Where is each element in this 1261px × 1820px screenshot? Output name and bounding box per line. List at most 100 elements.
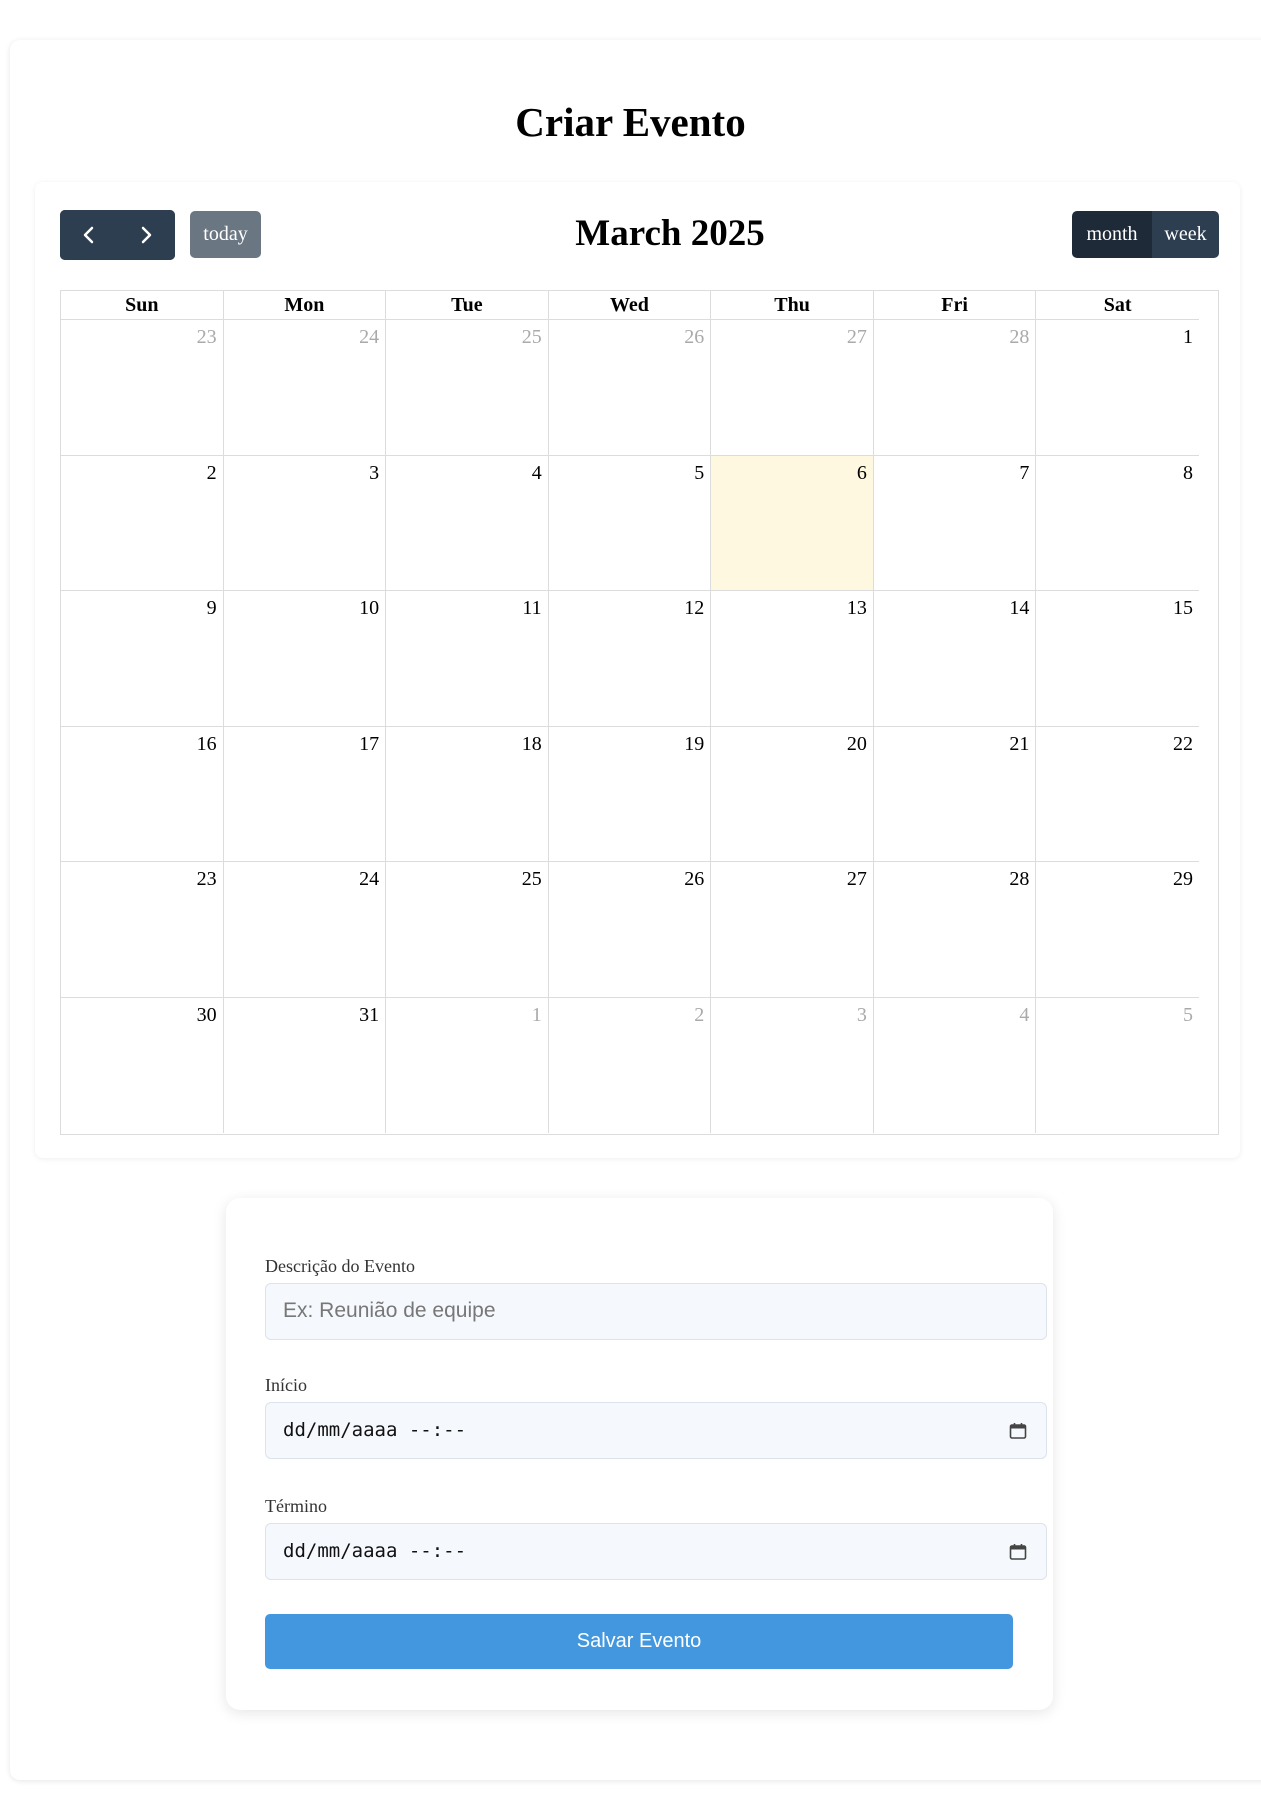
week-row: 30 31 1 2 3 4 5 [61,997,1199,1134]
weekday-fri: Fri [874,291,1037,319]
day-cell[interactable]: 22 [1036,727,1199,862]
day-cell[interactable]: 25 [386,320,549,455]
day-cell[interactable]: 14 [874,591,1037,726]
day-cell[interactable]: 13 [711,591,874,726]
day-cell[interactable]: 8 [1036,456,1199,591]
day-cell[interactable]: 20 [711,726,874,861]
day-cell[interactable]: 17 [224,726,387,861]
day-cell[interactable]: 3 [711,997,874,1133]
week-view-button[interactable]: week [1152,211,1219,258]
day-cell[interactable]: 1 [386,997,549,1133]
day-number: 25 [521,326,542,348]
week-row: 2 3 4 5 6 7 8 [61,455,1199,591]
day-cell[interactable]: 4 [874,997,1037,1133]
weekday-tue: Tue [386,291,549,319]
day-cell[interactable]: 26 [549,320,712,455]
day-number: 24 [359,326,380,348]
day-cell[interactable]: 1 [1036,320,1199,455]
weekday-wed: Wed [549,291,712,319]
day-cell[interactable]: 28 [874,862,1037,997]
day-cell[interactable]: 11 [386,591,549,726]
day-number: 2 [206,461,217,484]
next-button[interactable] [117,210,175,260]
day-cell[interactable]: 2 [61,455,224,590]
weekday-thu: Thu [711,291,874,319]
day-cell[interactable]: 21 [874,726,1037,861]
weekday-header: Sun Mon Tue Wed Thu Fri Sat [61,291,1199,320]
day-cell[interactable]: 30 [61,997,224,1133]
save-event-button[interactable]: Salvar Evento [265,1614,1013,1669]
day-cell[interactable]: 15 [1036,591,1199,726]
description-input[interactable]: Ex: Reunião de equipe [265,1283,1047,1340]
end-label: Término [265,1496,327,1516]
description-label: Descrição do Evento [265,1256,415,1276]
end-datetime-value: dd/mm/aaaa --:-- [283,1540,467,1562]
day-cell[interactable]: 27 [711,320,874,455]
day-number: 31 [359,1003,380,1026]
day-number: 27 [846,868,867,890]
day-cell[interactable]: 28 [874,320,1037,455]
day-cell[interactable]: 24 [224,320,387,455]
prev-button[interactable] [60,210,118,260]
day-number: 14 [1009,597,1030,619]
day-cell[interactable]: 29 [1036,862,1199,997]
day-number: 21 [1009,732,1030,755]
day-number: 7 [1019,461,1030,484]
today-button[interactable]: today [190,211,261,258]
nav-button-group [60,210,175,260]
week-row: 23 24 25 26 27 28 29 [61,862,1199,998]
day-cell[interactable]: 18 [386,726,549,861]
day-number: 6 [856,461,867,484]
day-number: 4 [1019,1003,1030,1026]
day-number: 22 [1172,732,1193,755]
day-cell[interactable]: 16 [61,726,224,861]
day-number: 1 [1182,326,1193,348]
day-number: 29 [1172,868,1193,890]
day-cell[interactable]: 2 [549,997,712,1133]
day-cell[interactable]: 9 [61,591,224,726]
calendar-title: March 2025 [575,213,765,254]
day-cell[interactable]: 4 [386,455,549,590]
end-datetime-input[interactable]: dd/mm/aaaa --:-- [265,1523,1047,1580]
day-number: 10 [359,597,380,619]
day-cell[interactable]: 25 [386,862,549,997]
day-cell[interactable]: 24 [224,862,387,997]
calendar-icon[interactable] [1008,1421,1028,1441]
calendar-body: 23 24 25 26 27 28 1 2 3 4 5 6 7 8 9 10 11 12 13 14 15 16 17 18 1… [61,320,1218,1134]
day-cell[interactable]: 12 [549,591,712,726]
chevron-left-icon [83,226,93,244]
day-cell[interactable]: 3 [224,455,387,590]
day-cell[interactable]: 31 [224,997,387,1133]
start-label: Início [265,1375,307,1395]
week-row: 16 17 18 19 20 21 22 [61,726,1199,862]
weekday-mon: Mon [224,291,387,319]
day-cell[interactable]: 19 [549,726,712,861]
day-cell[interactable]: 10 [224,591,387,726]
day-number: 3 [369,461,380,484]
day-number: 26 [684,326,705,348]
day-number: 30 [196,1003,217,1026]
description-placeholder: Ex: Reunião de equipe [283,1299,496,1322]
day-number: 5 [694,461,705,484]
day-cell[interactable]: 27 [711,862,874,997]
month-view-button[interactable]: month [1072,211,1152,258]
day-cell[interactable]: 26 [549,862,712,997]
start-datetime-input[interactable]: dd/mm/aaaa --:-- [265,1402,1047,1459]
day-cell[interactable]: 5 [549,455,712,590]
day-number: 4 [531,461,542,484]
weekday-sat: Sat [1103,294,1132,316]
day-cell[interactable]: 5 [1036,998,1199,1134]
week-row: 23 24 25 26 27 28 1 [61,320,1199,456]
day-cell[interactable]: 7 [874,455,1037,590]
calendar-icon[interactable] [1008,1542,1028,1562]
day-number: 3 [856,1003,867,1026]
chevron-right-icon [142,226,152,244]
day-number: 9 [206,597,217,619]
day-number: 12 [684,597,705,619]
day-number: 13 [846,597,867,619]
day-cell[interactable]: 23 [61,320,224,455]
day-number: 1 [531,1003,542,1026]
day-cell[interactable]: 23 [61,862,224,997]
day-number: 25 [521,868,542,890]
day-cell-today[interactable]: 6 [711,455,874,590]
